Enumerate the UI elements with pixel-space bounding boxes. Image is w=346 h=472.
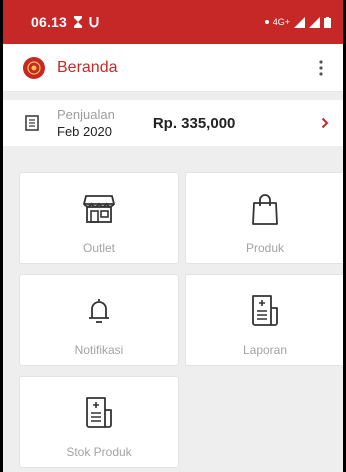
menu-tile-stok-produk[interactable]: Stok Produk [19, 376, 179, 468]
shopping-bag-icon [252, 194, 278, 225]
dot-icon [264, 20, 269, 24]
menu-tile-notifikasi[interactable]: Notifikasi [19, 274, 179, 366]
sales-amount: Rp. 335,000 [152, 114, 236, 132]
menu-label: Outlet [82, 241, 115, 255]
hourglass-icon [74, 16, 83, 28]
signal-icon [294, 16, 305, 28]
report-icon [86, 397, 112, 428]
menu-tile-laporan[interactable]: Laporan [185, 274, 343, 366]
menu-label: Produk [245, 241, 285, 255]
chevron-right-icon [321, 117, 329, 129]
network-type: 4G+ [272, 17, 290, 27]
status-time: 06.13 [31, 14, 68, 30]
bell-icon [89, 299, 109, 323]
app-bar: Beranda [3, 44, 343, 92]
sales-label: Penjualan [57, 107, 115, 122]
status-bar: 06.13 4G+ [3, 0, 343, 44]
app-logo [23, 56, 45, 79]
menu-label: Laporan [242, 343, 288, 357]
menu-label: Notifikasi [74, 343, 124, 357]
app-screen: 06.13 4G+ Beranda Penjualan Feb 2020 Rp.… [3, 0, 343, 472]
u-icon [89, 17, 99, 28]
signal-icon [309, 16, 320, 28]
report-icon [252, 295, 278, 326]
menu-tile-produk[interactable]: Produk [185, 172, 343, 264]
battery-icon [324, 16, 331, 28]
receipt-icon [25, 115, 39, 131]
storefront-icon [83, 195, 115, 223]
menu-label: Stok Produk [66, 445, 132, 459]
menu-tile-outlet[interactable]: Outlet [19, 172, 179, 264]
more-options-icon[interactable] [313, 56, 329, 80]
sales-period: Feb 2020 [57, 124, 112, 139]
sales-summary-card[interactable]: Penjualan Feb 2020 Rp. 335,000 [3, 100, 343, 146]
page-title: Beranda [57, 58, 118, 76]
